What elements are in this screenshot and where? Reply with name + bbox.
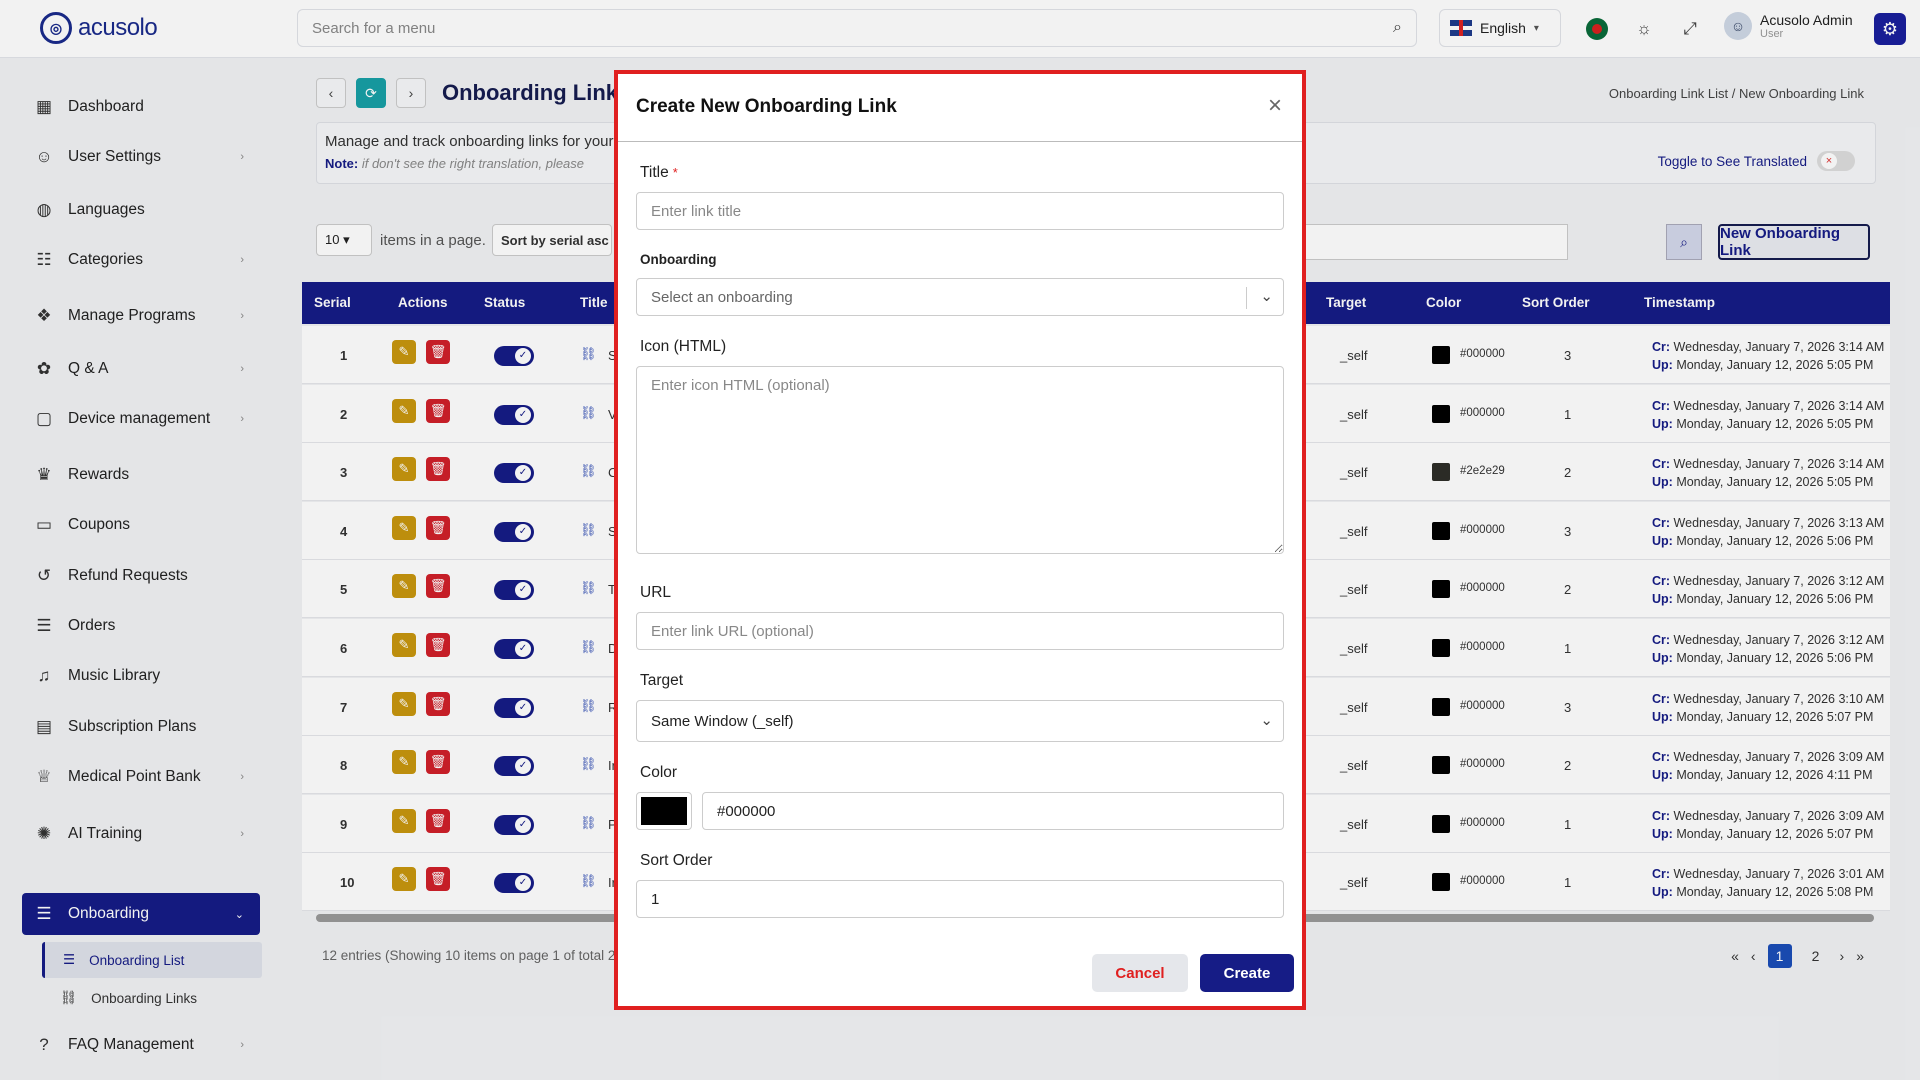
chevron-down-icon: ⌄	[1260, 712, 1273, 729]
target-label: Target	[640, 672, 684, 689]
chevron-down-icon[interactable]: ⌄	[1260, 287, 1273, 305]
modal-title: Create New Onboarding Link	[636, 96, 897, 117]
url-label: URL	[640, 584, 672, 601]
sort-order-label: Sort Order	[640, 852, 713, 869]
color-picker-swatch[interactable]	[636, 792, 692, 830]
onboarding-label: Onboarding	[640, 252, 717, 267]
select-separator	[1246, 287, 1247, 309]
sort-order-input[interactable]	[636, 880, 1284, 918]
title-label: Title *	[640, 164, 678, 182]
modal-header: Create New Onboarding Link ×	[618, 74, 1302, 142]
onboarding-placeholder: Select an onboarding	[651, 288, 793, 306]
title-label-text: Title	[640, 164, 669, 181]
icon-html-textarea[interactable]	[636, 366, 1284, 554]
color-label: Color	[640, 764, 678, 781]
cancel-button[interactable]: Cancel	[1092, 954, 1188, 992]
title-input[interactable]	[636, 192, 1284, 230]
target-value: Same Window (_self)	[651, 712, 794, 730]
onboarding-select[interactable]: Select an onboarding ⌄	[636, 278, 1284, 316]
create-onboarding-link-modal: Create New Onboarding Link × Title* Onbo…	[614, 70, 1306, 1010]
icon-html-label: Icon (HTML)	[640, 338, 727, 355]
color-hex-input[interactable]	[702, 792, 1284, 830]
target-select[interactable]: Same Window (_self) ⌄	[636, 700, 1284, 742]
required-mark: *	[672, 165, 678, 180]
create-button[interactable]: Create	[1200, 954, 1294, 992]
url-input[interactable]	[636, 612, 1284, 650]
close-icon[interactable]: ×	[1268, 92, 1282, 120]
